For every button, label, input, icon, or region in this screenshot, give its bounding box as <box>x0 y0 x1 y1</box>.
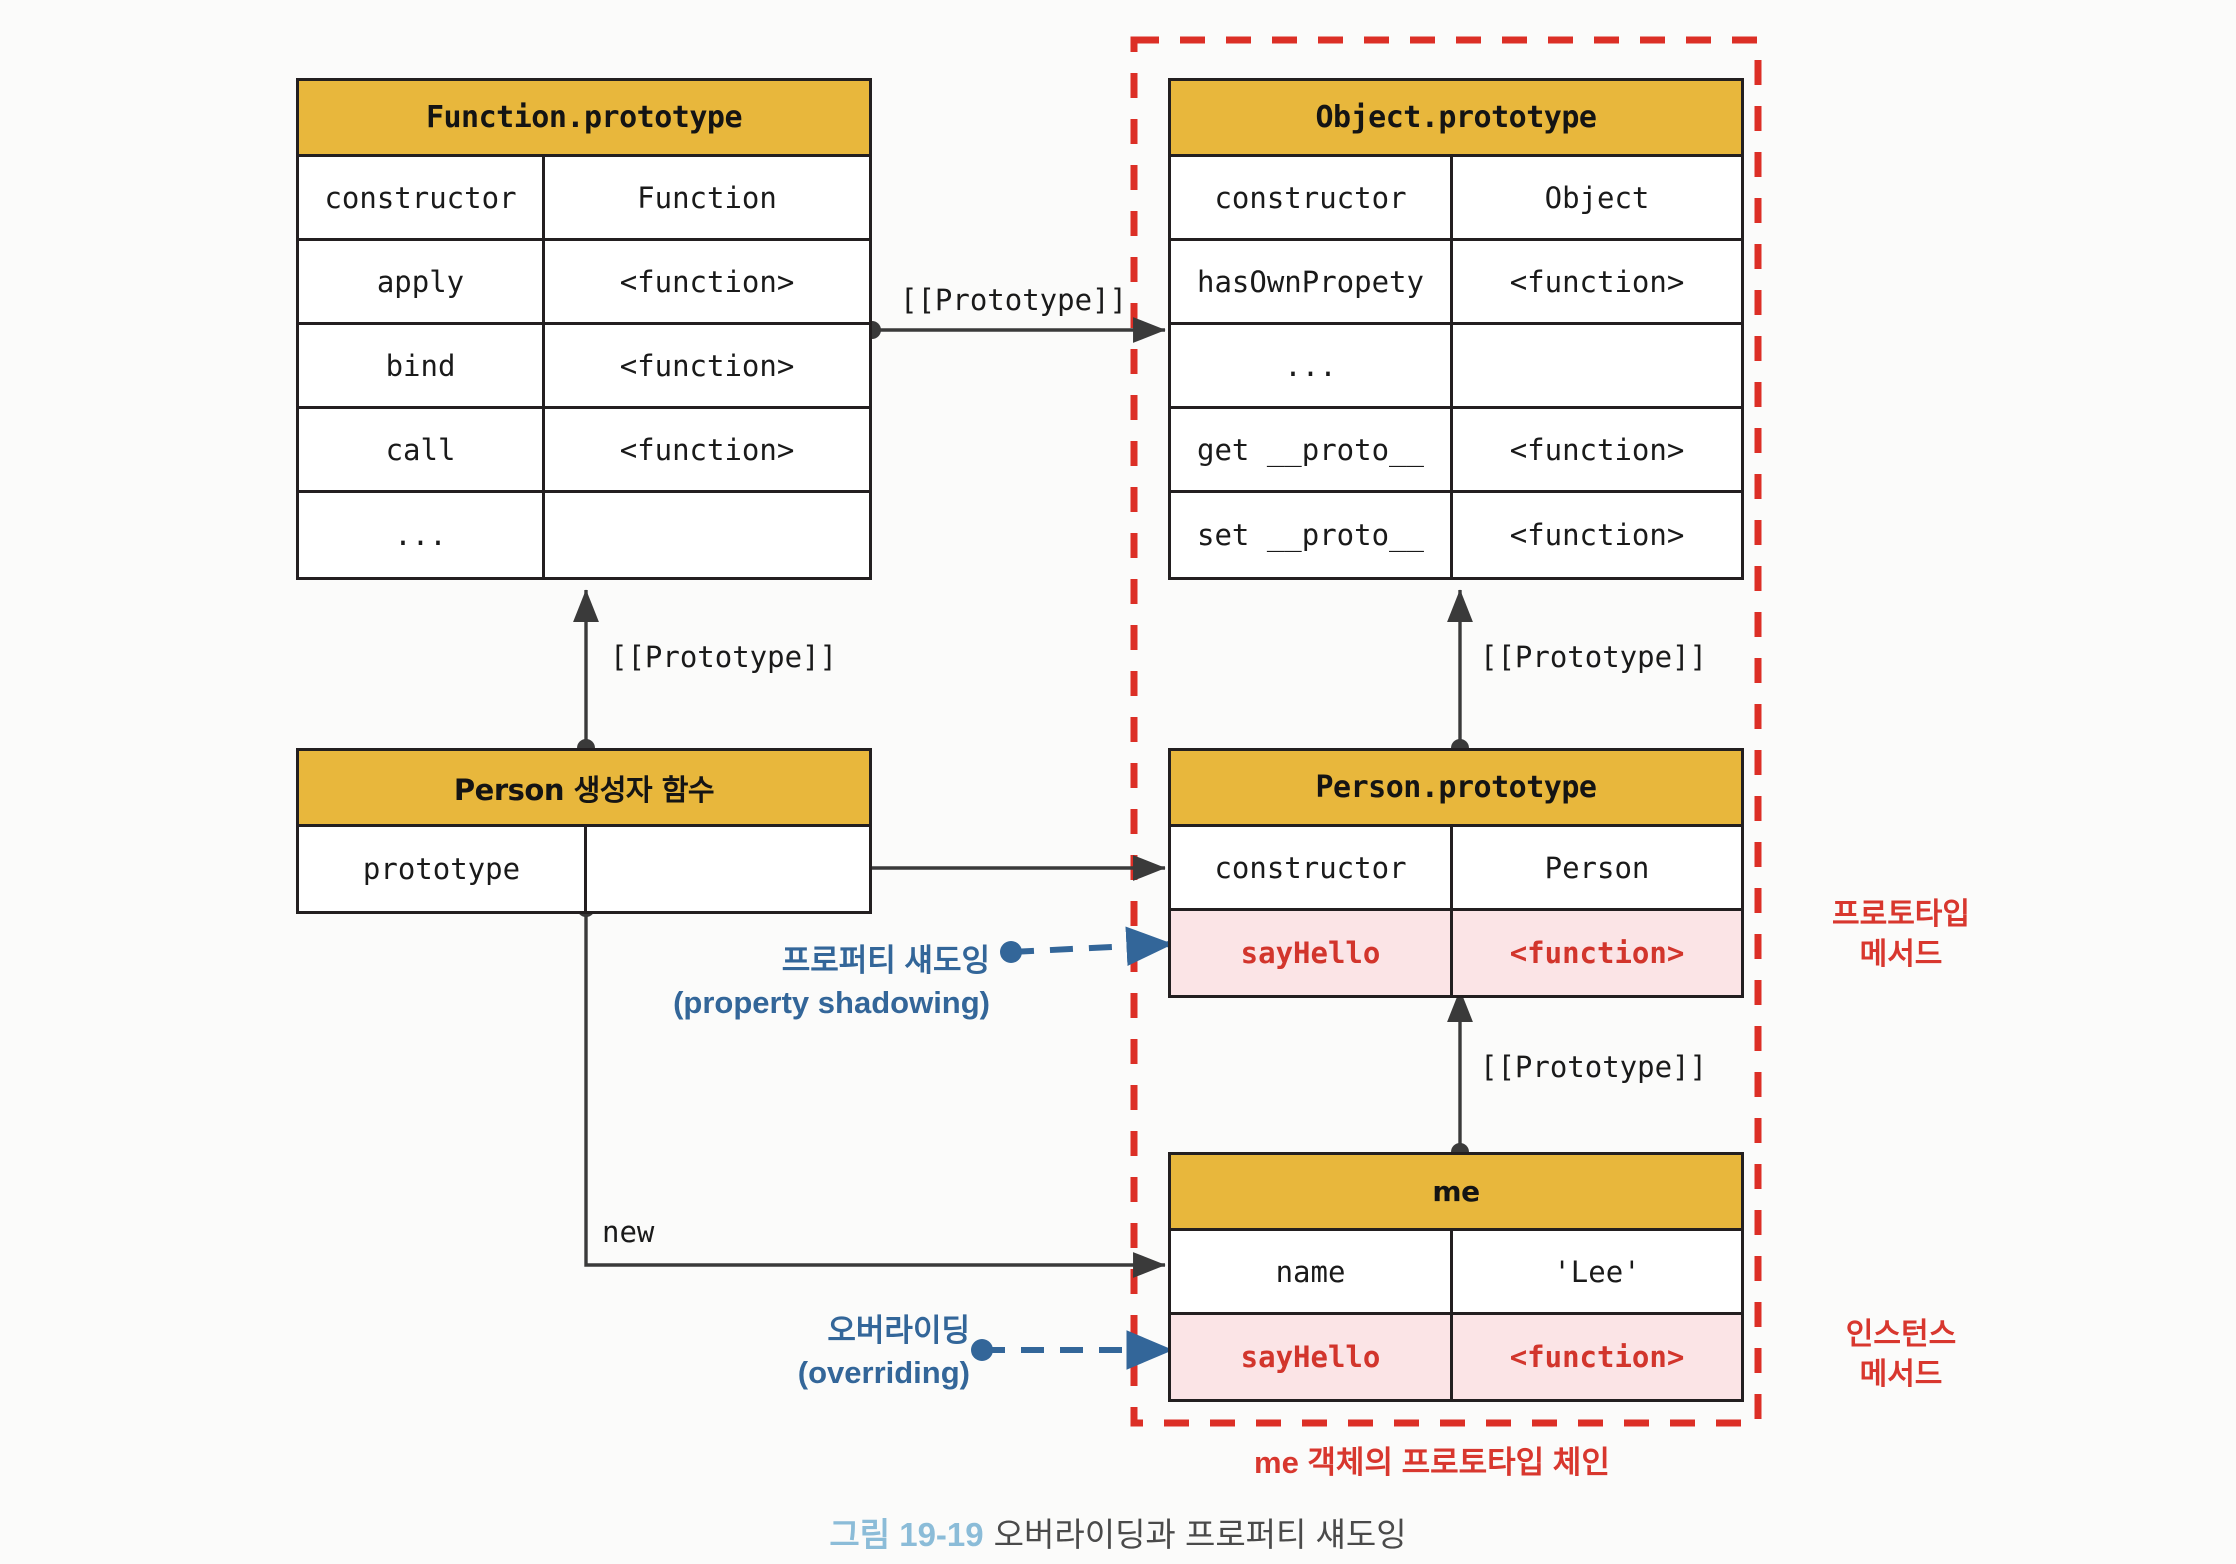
edge-personproto-to-objectproto <box>1447 589 1473 757</box>
annotation-prototype-method-line1: 프로토타입 <box>1832 898 1970 931</box>
table-title-object-prototype: Object.prototype <box>1171 81 1741 157</box>
property-key: call <box>299 409 545 490</box>
property-key: apply <box>299 241 545 322</box>
property-key: bind <box>299 325 545 406</box>
property-value: 'Lee' <box>1553 1254 1641 1289</box>
annotation-line-overriding <box>971 1330 1174 1370</box>
edge-personfn-to-functionproto <box>573 589 599 757</box>
edge-label-personproto-to-objproto: [[Prototype]] <box>1480 640 1707 674</box>
edge-label-fnproto-to-objproto: [[Prototype]] <box>900 283 1127 317</box>
property-key: hasOwnPropety <box>1171 241 1453 322</box>
property-value: <function> <box>1509 936 1685 970</box>
property-key: get __proto__ <box>1171 409 1453 490</box>
table-me-object: me name 'Lee' sayHello <function> <box>1168 1152 1744 1402</box>
table-row: name 'Lee' <box>1171 1231 1741 1315</box>
figure-title: 오버라이딩과 프로퍼티 섀도잉 <box>993 1516 1407 1553</box>
annotation-overriding-line1: 오버라이딩 <box>827 1313 970 1348</box>
property-key: ... <box>299 493 545 577</box>
annotation-instance-method-line2: 메서드 <box>1859 1357 1943 1391</box>
property-value: <function> <box>1509 432 1685 467</box>
annotation-overriding: 오버라이딩 (overriding) <box>580 1310 970 1394</box>
annotation-line-property-shadowing <box>1000 926 1174 967</box>
property-key: sayHello <box>1171 1315 1453 1399</box>
annotation-property-shadowing-line2: (property shadowing) <box>673 984 990 1020</box>
table-row: ... <box>299 493 869 577</box>
property-key: constructor <box>299 157 545 238</box>
edge-functionproto-to-objectproto <box>863 317 1166 343</box>
table-row: bind <function> <box>299 325 869 409</box>
figure-number: 그림 19-19 <box>829 1516 984 1553</box>
annotation-prototype-chain-label: me 객체의 프로토타입 체인 <box>1254 1445 1610 1480</box>
annotation-property-shadowing-line1: 프로퍼티 섀도잉 <box>781 943 990 978</box>
property-key: sayHello <box>1171 911 1453 995</box>
table-title-person-constructor: Person 생성자 함수 <box>299 751 869 827</box>
property-key: prototype <box>299 827 587 911</box>
property-key: set __proto__ <box>1171 493 1453 577</box>
table-row: constructor Person <box>1171 827 1741 911</box>
property-value: <function> <box>619 264 795 299</box>
table-person-constructor: Person 생성자 함수 prototype <box>296 748 872 914</box>
property-key: constructor <box>1171 157 1453 238</box>
property-value <box>1453 325 1741 406</box>
property-value: <function> <box>619 432 795 467</box>
annotation-prototype-method-line2: 메서드 <box>1859 937 1943 971</box>
table-title-function-prototype: Function.prototype <box>299 81 869 157</box>
annotation-instance-method: 인스턴스 메서드 <box>1786 1315 2016 1394</box>
table-person-prototype: Person.prototype constructor Person sayH… <box>1168 748 1744 998</box>
property-key: constructor <box>1171 827 1453 908</box>
table-row-highlighted: sayHello <function> <box>1171 1315 1741 1399</box>
table-row: constructor Object <box>1171 157 1741 241</box>
table-title-person-prototype: Person.prototype <box>1171 751 1741 827</box>
property-value: <function> <box>1509 518 1685 552</box>
property-value <box>545 493 869 577</box>
table-object-prototype: Object.prototype constructor Object hasO… <box>1168 78 1744 580</box>
edge-me-to-personproto <box>1447 989 1473 1161</box>
property-value: <function> <box>1509 264 1685 299</box>
edge-label-me-to-personproto: [[Prototype]] <box>1480 1050 1707 1084</box>
property-value: Function <box>637 180 777 215</box>
edge-label-new: new <box>602 1215 655 1249</box>
property-value: Person <box>1544 850 1650 885</box>
annotation-overriding-line2: (overriding) <box>797 1354 970 1390</box>
annotation-instance-method-line1: 인스턴스 <box>1845 1318 1957 1351</box>
property-value: <function> <box>1509 1340 1685 1374</box>
table-row-highlighted: sayHello <function> <box>1171 911 1741 995</box>
table-title-me-object: me <box>1171 1155 1741 1231</box>
figure-caption: 그림 19-19 오버라이딩과 프로퍼티 섀도잉 <box>0 1508 2236 1556</box>
property-key: name <box>1171 1231 1453 1312</box>
table-row: hasOwnPropety <function> <box>1171 241 1741 325</box>
diagram-canvas: Function.prototype constructor Function … <box>0 0 2236 1564</box>
annotation-prototype-method: 프로토타입 메서드 <box>1786 895 2016 974</box>
property-value: Object <box>1544 180 1650 215</box>
table-row: apply <function> <box>299 241 869 325</box>
table-row: ... <box>1171 325 1741 409</box>
table-row: get __proto__ <function> <box>1171 409 1741 493</box>
table-row: set __proto__ <function> <box>1171 493 1741 577</box>
property-key: ... <box>1171 325 1453 406</box>
edge-label-personfn-to-fnproto: [[Prototype]] <box>610 640 837 674</box>
table-row: constructor Function <box>299 157 869 241</box>
table-row: prototype <box>299 827 869 911</box>
property-value: <function> <box>619 348 795 383</box>
annotation-property-shadowing: 프로퍼티 섀도잉 (property shadowing) <box>600 940 990 1024</box>
table-row: call <function> <box>299 409 869 493</box>
table-function-prototype: Function.prototype constructor Function … <box>296 78 872 580</box>
property-value <box>587 827 869 911</box>
